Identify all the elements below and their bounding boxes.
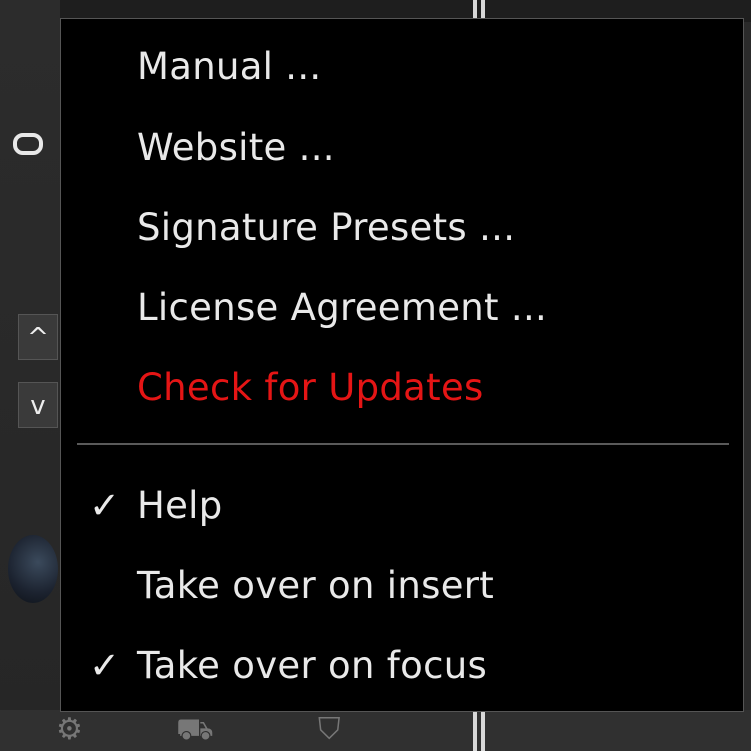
menu-item-label: Help <box>137 483 223 527</box>
menu-item-help[interactable]: ✓ Help <box>61 470 743 540</box>
menu-item-manual[interactable]: Manual ... <box>61 31 743 101</box>
menu-item-take-over-on-focus[interactable]: ✓ Take over on focus <box>61 630 743 700</box>
cart-icon[interactable]: ⛟ <box>176 712 214 748</box>
background-panel <box>0 0 60 751</box>
menu-item-label: Take over on insert <box>137 563 495 607</box>
gear-icon[interactable]: ⚙ <box>56 712 83 748</box>
menu-item-label: Signature Presets ... <box>137 205 516 249</box>
checkmark-icon: ✓ <box>89 643 121 687</box>
background-bottom-bar <box>0 710 751 751</box>
chevron-up-icon: ^ <box>27 323 49 353</box>
menu-item-label: Take over on focus <box>137 643 488 687</box>
menu-item-label: Manual ... <box>137 44 322 88</box>
knob-control[interactable] <box>8 535 58 603</box>
menu-item-label: Website ... <box>137 125 335 169</box>
menu-separator <box>77 443 729 445</box>
chevron-down-button[interactable]: v <box>18 382 58 428</box>
menu-item-take-over-on-insert[interactable]: Take over on insert <box>61 550 743 620</box>
person-icon[interactable]: ⛉ <box>318 712 341 748</box>
chevron-up-button[interactable]: ^ <box>18 314 58 360</box>
menu-item-website[interactable]: Website ... <box>61 112 743 182</box>
toggle-icon[interactable] <box>13 133 43 155</box>
menu-item-label: License Agreement ... <box>137 285 548 329</box>
context-menu: Manual ... Website ... Signature Presets… <box>60 18 744 712</box>
menu-item-signature-presets[interactable]: Signature Presets ... <box>61 192 743 262</box>
chevron-down-icon: v <box>30 391 46 421</box>
menu-item-check-for-updates[interactable]: Check for Updates <box>61 352 743 422</box>
menu-item-license-agreement[interactable]: License Agreement ... <box>61 272 743 342</box>
menu-item-label: Check for Updates <box>137 365 484 409</box>
checkmark-icon: ✓ <box>89 483 121 527</box>
